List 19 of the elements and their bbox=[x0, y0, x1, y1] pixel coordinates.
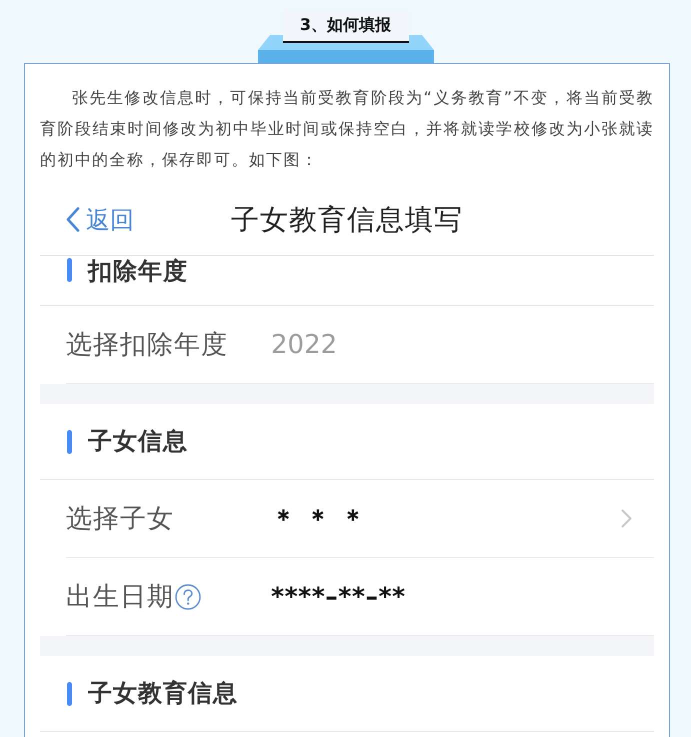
section-title: 扣除年度 bbox=[88, 258, 188, 284]
field-value: ****–**–** bbox=[271, 582, 406, 611]
field-label: 选择扣除年度 bbox=[66, 329, 228, 362]
section-marker-icon bbox=[67, 682, 72, 706]
section-heading: 3、如何填报 bbox=[282, 10, 408, 43]
field-label: 出生日期 bbox=[66, 581, 174, 614]
intro-paragraph: 张先生修改信息时，可保持当前受教育阶段为“义务教育”不变，将当前受教育阶段结束时间修改为初中毕业时间或保持空白，并将就读学校修改为小张就读的初中的全称，保存即可。如下图： bbox=[40, 87, 654, 171]
screen-title: 子女教育信息填写 bbox=[231, 202, 463, 238]
chevron-left-icon bbox=[66, 207, 80, 232]
section-marker-icon bbox=[67, 430, 72, 454]
section-title: 子女信息 bbox=[88, 428, 188, 455]
help-icon[interactable] bbox=[175, 584, 201, 610]
section-marker-icon bbox=[67, 258, 72, 282]
section-title: 子女教育信息 bbox=[88, 680, 238, 707]
field-value: 2022 bbox=[271, 330, 338, 360]
back-button[interactable]: 返回 bbox=[66, 204, 134, 236]
field-label: 选择子女 bbox=[66, 503, 174, 536]
field-value[interactable]: ＊ ＊ ＊ bbox=[271, 502, 366, 535]
chevron-right-icon[interactable] bbox=[621, 509, 632, 528]
